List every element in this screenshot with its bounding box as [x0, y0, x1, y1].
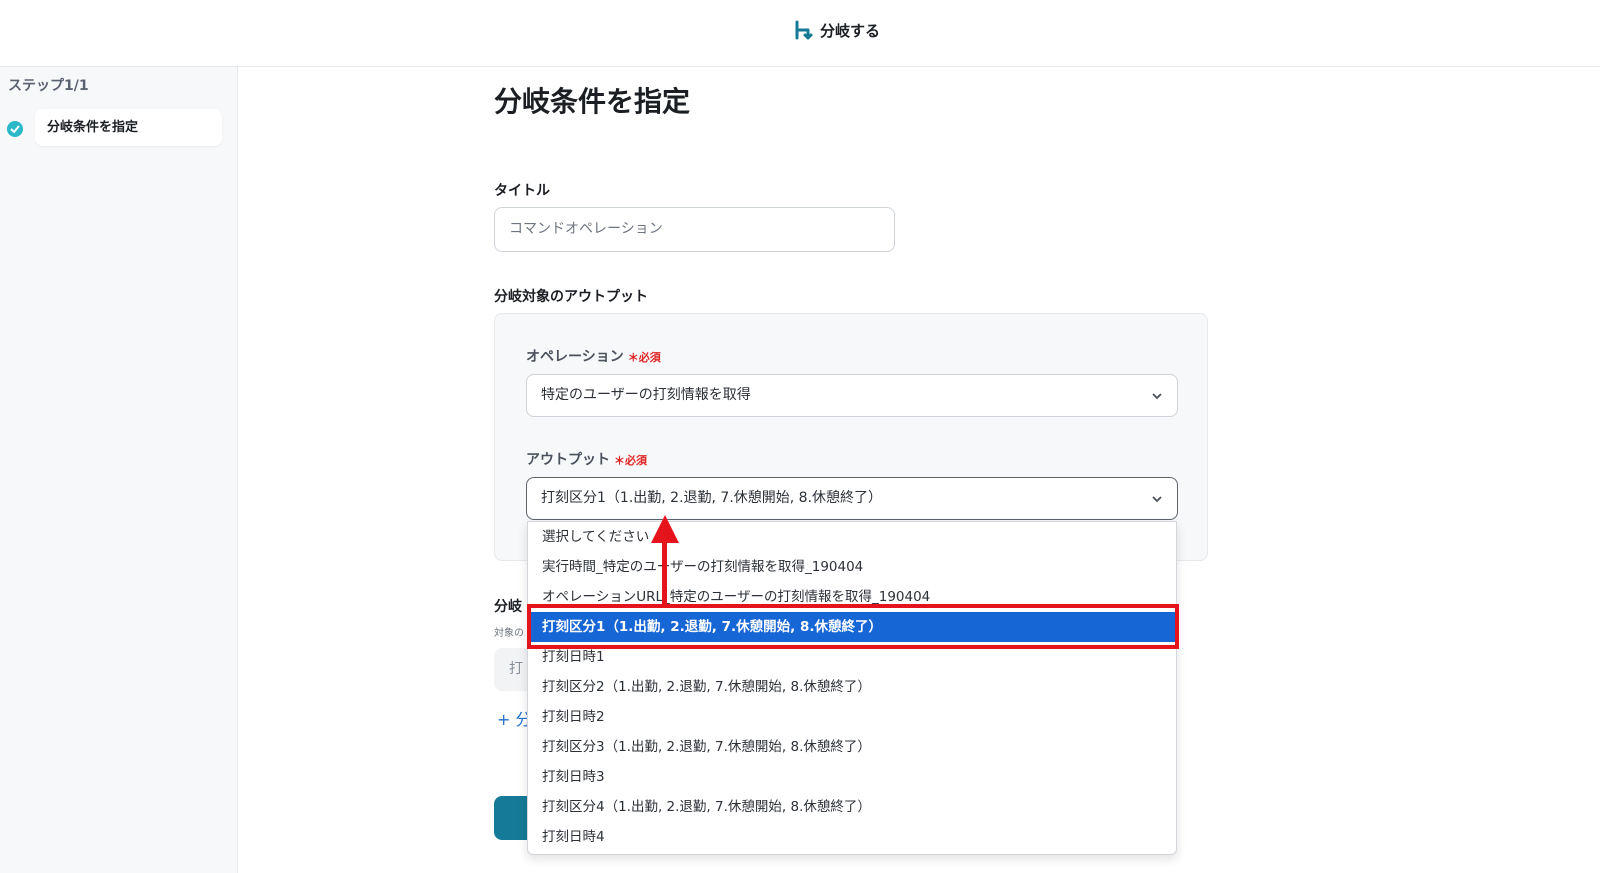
- output-section-label: 分岐対象のアウトプット: [494, 289, 648, 305]
- operation-label-text: オペレーション: [526, 349, 624, 365]
- annotation-arrow-head: [651, 515, 679, 543]
- operation-required-badge: ＊必須: [627, 351, 661, 364]
- header-title: 分岐する: [820, 21, 881, 40]
- chevron-down-icon: [1152, 496, 1162, 503]
- operation-label: オペレーション ＊必須: [526, 346, 661, 366]
- output-label-text: アウトプット: [526, 452, 610, 468]
- operation-select-value: 特定のユーザーの打刻情報を取得: [541, 387, 751, 403]
- branch-condition-label: 分岐: [494, 599, 522, 615]
- output-select-value: 打刻区分1（1.出勤, 2.退勤, 7.休憩開始, 8.休憩終了）: [541, 490, 883, 506]
- output-required-badge: ＊必須: [614, 454, 647, 467]
- output-dropdown-list: 選択してください 実行時間_特定のユーザーの打刻情報を取得_190404 オペレ…: [527, 521, 1177, 855]
- annotation-arrow-shaft: [662, 540, 667, 606]
- output-select[interactable]: 打刻区分1（1.出勤, 2.退勤, 7.休憩開始, 8.休憩終了）: [526, 477, 1178, 520]
- header-brand: 分岐する: [792, 19, 880, 41]
- page-title: 分岐条件を指定: [494, 85, 691, 118]
- dropdown-option[interactable]: 選択してください: [528, 522, 1176, 552]
- dropdown-option[interactable]: 打刻日時2: [528, 702, 1176, 732]
- top-bar: 分岐する: [0, 0, 1600, 67]
- sidebar-step-item[interactable]: 分岐条件を指定: [35, 109, 222, 146]
- title-input[interactable]: コマンドオペレーション: [494, 207, 895, 252]
- dropdown-option[interactable]: 実行時間_特定のユーザーの打刻情報を取得_190404: [528, 552, 1176, 582]
- operation-select[interactable]: 特定のユーザーの打刻情報を取得: [526, 374, 1178, 417]
- sidebar: ステップ1/1 分岐条件を指定: [0, 67, 238, 873]
- dropdown-option[interactable]: 打刻区分3（1.出勤, 2.退勤, 7.休憩開始, 8.休憩終了）: [528, 732, 1176, 762]
- check-circle-icon: [7, 121, 23, 137]
- title-field-label: タイトル: [494, 183, 550, 199]
- dropdown-option[interactable]: 打刻区分4（1.出勤, 2.退勤, 7.休憩開始, 8.休憩終了）: [528, 792, 1176, 822]
- dropdown-option[interactable]: 打刻日時3: [528, 762, 1176, 792]
- dropdown-option[interactable]: 打刻日時4: [528, 822, 1176, 852]
- dropdown-option[interactable]: 打刻区分2（1.出勤, 2.退勤, 7.休憩開始, 8.休憩終了）: [528, 672, 1176, 702]
- step-counter: ステップ1/1: [8, 78, 89, 94]
- branch-condition-hint: 対象の: [494, 628, 524, 639]
- chevron-down-icon: [1152, 393, 1162, 400]
- annotation-highlight-box: [527, 604, 1179, 649]
- output-label: アウトプット ＊必須: [526, 449, 647, 469]
- branch-icon: [795, 20, 813, 40]
